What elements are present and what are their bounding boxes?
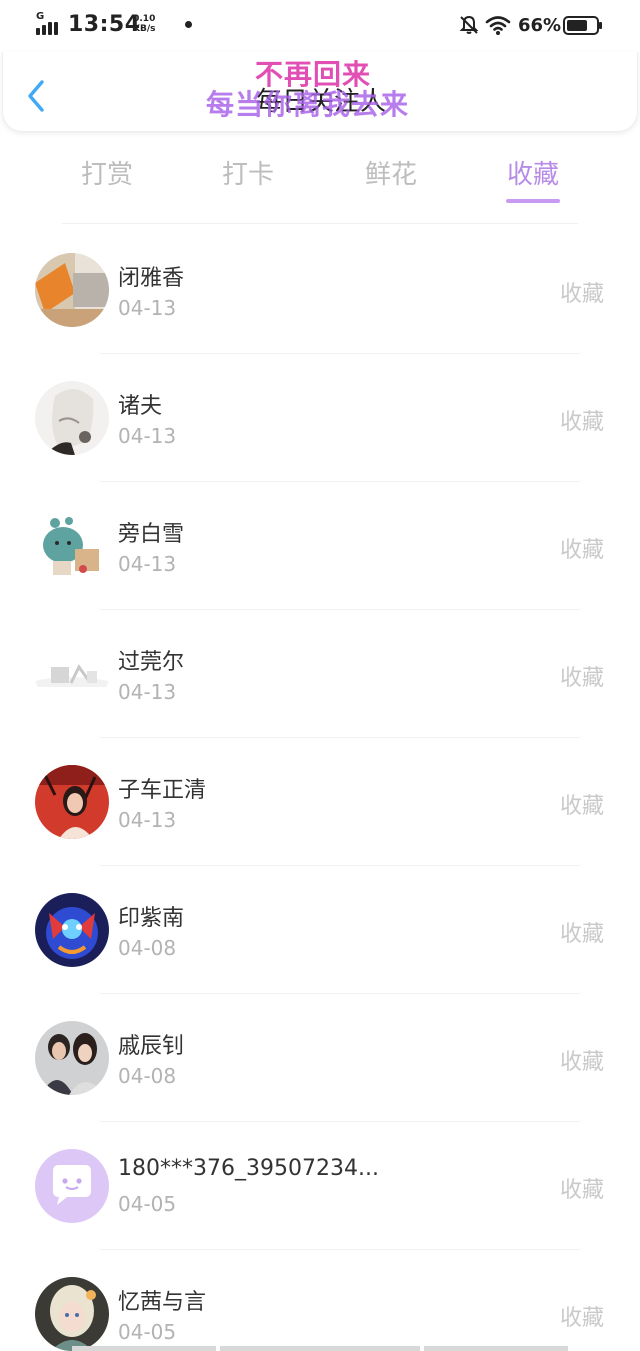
network-speed-value: 0.10 bbox=[133, 14, 156, 24]
signal-icon: G bbox=[34, 11, 64, 35]
avatar[interactable] bbox=[35, 1277, 109, 1351]
collect-date: 04-13 bbox=[118, 680, 177, 704]
avatar-desk-photo-icon bbox=[35, 253, 109, 327]
app-screen: G 13:54 0.10 KB/s 66% 每日关注人 不再回来 每当你离我去来… bbox=[0, 0, 640, 1351]
collect-date: 04-08 bbox=[118, 1064, 177, 1088]
collect-date: 04-05 bbox=[118, 1320, 177, 1344]
network-type: G bbox=[36, 11, 45, 22]
user-name: 忆茜与言 bbox=[118, 1290, 207, 1315]
user-name: 诸夫 bbox=[118, 394, 163, 419]
tab-reward[interactable]: 打赏 bbox=[47, 154, 167, 191]
collect-action-label: 收藏 bbox=[559, 666, 604, 691]
collect-action-label: 收藏 bbox=[559, 1306, 604, 1331]
user-name: 戚辰钊 bbox=[118, 1034, 185, 1059]
collect-action-label: 收藏 bbox=[559, 538, 604, 563]
avatar-sketch-portrait-icon bbox=[35, 381, 109, 455]
network-speed: 0.10 KB/s bbox=[133, 14, 155, 34]
user-name: 印紫南 bbox=[118, 906, 185, 931]
list-item[interactable]: 过莞尔 04-13 收藏 bbox=[0, 610, 640, 738]
avatar[interactable] bbox=[35, 765, 109, 839]
avatar-faded-sketch-icon bbox=[35, 637, 109, 711]
collect-action-label: 收藏 bbox=[559, 282, 604, 307]
collect-date: 04-13 bbox=[118, 296, 177, 320]
avatar[interactable] bbox=[35, 381, 109, 455]
avatar-cartoon-cactus-icon bbox=[35, 509, 109, 583]
collect-date: 04-08 bbox=[118, 936, 177, 960]
status-bar: G 13:54 0.10 KB/s 66% bbox=[0, 0, 640, 52]
avatar[interactable] bbox=[35, 509, 109, 583]
tab-favorites[interactable]: 收藏 bbox=[473, 154, 593, 191]
active-tab-indicator bbox=[506, 199, 560, 203]
list-item[interactable]: 闭雅香 04-13 收藏 bbox=[0, 226, 640, 354]
user-name: 子车正清 bbox=[118, 778, 207, 803]
battery-icon bbox=[563, 16, 602, 35]
avatar[interactable] bbox=[35, 1149, 109, 1223]
user-name: 过莞尔 bbox=[118, 650, 185, 675]
user-name: 180***376_39507234... bbox=[118, 1156, 379, 1181]
collect-action-label: 收藏 bbox=[559, 410, 604, 435]
collect-action-label: 收藏 bbox=[559, 922, 604, 947]
avatar-red-portrait-icon bbox=[35, 765, 109, 839]
bell-off-icon bbox=[459, 15, 479, 34]
page-header: 每日关注人 不再回来 每当你离我去来 bbox=[2, 52, 638, 132]
collect-date: 04-13 bbox=[118, 808, 177, 832]
list-item[interactable]: 戚辰钊 04-08 收藏 bbox=[0, 994, 640, 1122]
avatar[interactable] bbox=[35, 893, 109, 967]
list-item[interactable]: 子车正清 04-13 收藏 bbox=[0, 738, 640, 866]
avatar[interactable] bbox=[35, 253, 109, 327]
watermark-text-bottom: 每当你离我去来 bbox=[206, 88, 410, 121]
collect-date: 04-13 bbox=[118, 424, 177, 448]
list-item[interactable]: 印紫南 04-08 收藏 bbox=[0, 866, 640, 994]
avatar-game-character-icon bbox=[35, 893, 109, 967]
status-time: 13:54 bbox=[68, 12, 141, 37]
collect-action-label: 收藏 bbox=[559, 1050, 604, 1075]
avatar-anime-girl-icon bbox=[35, 1277, 109, 1351]
collect-action-label: 收藏 bbox=[559, 1178, 604, 1203]
tab-divider bbox=[62, 223, 578, 224]
bottom-scroll-indicator bbox=[72, 1346, 572, 1351]
list-item[interactable]: 忆茜与言 04-05 收藏 bbox=[0, 1250, 640, 1351]
tab-bar: 打赏 打卡 鲜花 收藏 bbox=[0, 132, 640, 224]
list-item[interactable]: 180***376_39507234... 04-05 收藏 bbox=[0, 1122, 640, 1250]
list-item[interactable]: 旁白雪 04-13 收藏 bbox=[0, 482, 640, 610]
collect-action-label: 收藏 bbox=[559, 794, 604, 819]
network-speed-unit: KB/s bbox=[133, 24, 156, 34]
avatar-couple-photo-icon bbox=[35, 1021, 109, 1095]
tab-flowers[interactable]: 鲜花 bbox=[331, 154, 451, 191]
collect-date: 04-13 bbox=[118, 552, 177, 576]
notification-dot-icon bbox=[185, 21, 192, 28]
tab-checkin[interactable]: 打卡 bbox=[188, 154, 308, 191]
avatar[interactable] bbox=[35, 637, 109, 711]
wifi-icon bbox=[485, 16, 511, 35]
user-name: 闭雅香 bbox=[118, 266, 185, 291]
user-name: 旁白雪 bbox=[118, 522, 185, 547]
list-item[interactable]: 诸夫 04-13 收藏 bbox=[0, 354, 640, 482]
avatar-default-chat-icon bbox=[35, 1149, 109, 1223]
collect-date: 04-05 bbox=[118, 1192, 177, 1216]
avatar[interactable] bbox=[35, 1021, 109, 1095]
battery-level: 66% bbox=[518, 15, 562, 36]
